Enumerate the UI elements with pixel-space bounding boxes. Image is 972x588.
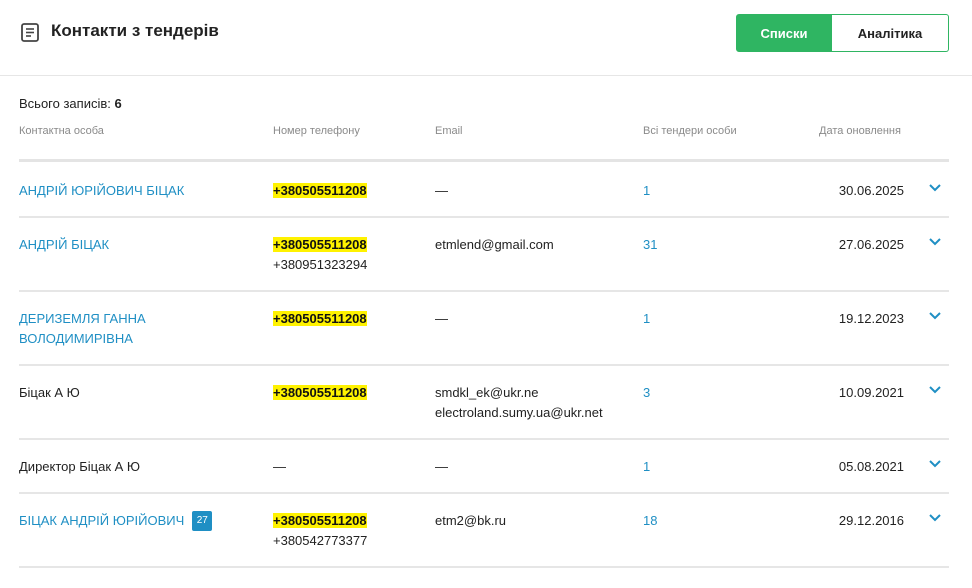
tenders-count-link[interactable]: 18	[643, 511, 703, 531]
update-date: 10.09.2021	[838, 385, 904, 400]
table-row[interactable]: ДЕРИЗЕМЛЯ ГАННА ВОЛОДИМИРІВНА +380505511…	[19, 292, 949, 366]
contact-name[interactable]: АНДРІЙ ЮРІЙОВИЧ БІЦАК	[19, 181, 259, 201]
phone-cell: +380505511208 +380951323294	[273, 235, 423, 275]
chevron-down-icon[interactable]	[927, 382, 943, 398]
column-header-email: Email	[435, 125, 463, 137]
table-row[interactable]: Директор Біцак А Ю — — 1 05.08.2021	[19, 440, 949, 494]
column-header-tenders: Всі тендери особи	[643, 125, 737, 137]
phone-primary: +380505511208	[273, 385, 367, 400]
chevron-down-icon[interactable]	[927, 180, 943, 196]
contact-name-link[interactable]: АНДРІЙ ЮРІЙОВИЧ БІЦАК	[19, 183, 184, 198]
tenders-count-link[interactable]: 3	[643, 383, 703, 403]
chevron-down-icon[interactable]	[927, 234, 943, 250]
table-row[interactable]: АНДРІЙ ЮРІЙОВИЧ БІЦАК +380505511208 — 1 …	[19, 164, 949, 218]
records-total: Всього записів: 6	[19, 96, 122, 111]
phone-primary: +380505511208	[273, 513, 367, 528]
table-row[interactable]: БІЦАК АНДРІЙ ЮРІЙОВИЧ 27 +380505511208 +3…	[19, 494, 949, 568]
page-header: Контакти з тендерів Списки Аналітика	[0, 0, 972, 76]
contact-name-text: Директор Біцак А Ю	[19, 459, 141, 474]
update-date: 27.06.2025	[838, 237, 904, 252]
email-value: smdkl_ek@ukr.ne	[435, 385, 539, 400]
contact-name[interactable]: БІЦАК АНДРІЙ ЮРІЙОВИЧ 27	[19, 511, 259, 531]
email-value: —	[435, 459, 448, 474]
phone-cell: +380505511208	[273, 309, 423, 329]
contact-name[interactable]: ДЕРИЗЕМЛЯ ГАННА ВОЛОДИМИРІВНА	[19, 309, 259, 349]
contact-name-link[interactable]: БІЦАК АНДРІЙ ЮРІЙОВИЧ	[19, 513, 184, 528]
email-value-secondary: electroland.sumy.ua@ukr.net	[435, 405, 603, 420]
contact-name-link-line2[interactable]: ВОЛОДИМИРІВНА	[19, 329, 259, 349]
table-row[interactable]: АНДРІЙ БІЦАК +380505511208 +380951323294…	[19, 218, 949, 292]
email-cell: —	[435, 309, 635, 329]
phone-primary: +380505511208	[273, 183, 367, 198]
count-badge: 27	[192, 511, 213, 531]
email-cell: etm2@bk.ru	[435, 511, 635, 531]
update-date: 19.12.2023	[838, 311, 904, 326]
phone-primary: +380505511208	[273, 311, 367, 326]
chevron-down-icon[interactable]	[927, 456, 943, 472]
email-cell: —	[435, 181, 635, 201]
email-value: etmlend@gmail.com	[435, 237, 554, 252]
contact-name-link[interactable]: ДЕРИЗЕМЛЯ ГАННА	[19, 309, 259, 329]
tenders-count-link[interactable]: 1	[643, 181, 703, 201]
column-header-date: Дата оновлення	[819, 125, 901, 137]
tenders-count-link[interactable]: 31	[643, 235, 703, 255]
phone-secondary: —	[273, 459, 286, 474]
phone-cell: +380505511208	[273, 383, 423, 403]
view-toggle: Списки Аналітика	[736, 14, 949, 52]
contact-name[interactable]: АНДРІЙ БІЦАК	[19, 235, 259, 255]
tenders-count-link[interactable]: 1	[643, 457, 703, 477]
column-header-contact: Контактна особа	[19, 125, 104, 137]
email-value: —	[435, 183, 448, 198]
chevron-down-icon[interactable]	[927, 308, 943, 324]
phone-primary: +380505511208	[273, 237, 367, 252]
email-value: etm2@bk.ru	[435, 513, 506, 528]
column-header-phone: Номер телефону	[273, 125, 360, 137]
lists-tab-button[interactable]: Списки	[736, 14, 832, 52]
contact-name: Біцак А Ю	[19, 383, 259, 403]
tenders-count-link[interactable]: 1	[643, 309, 703, 329]
phone-cell: +380505511208 +380542773377	[273, 511, 423, 551]
table-header: Контактна особа Номер телефону Email Всі…	[19, 124, 949, 162]
contact-name: Директор Біцак А Ю	[19, 457, 259, 477]
table-row[interactable]: Біцак А Ю +380505511208 smdkl_ek@ukr.ne …	[19, 366, 949, 440]
update-date: 29.12.2016	[838, 513, 904, 528]
records-total-count: 6	[114, 96, 122, 111]
update-date: 30.06.2025	[838, 183, 904, 198]
page-title: Контакти з тендерів	[51, 21, 219, 40]
chevron-down-icon[interactable]	[927, 510, 943, 526]
email-cell: —	[435, 457, 635, 477]
email-value: —	[435, 311, 448, 326]
phone-cell: +380505511208	[273, 181, 423, 201]
email-cell: etmlend@gmail.com	[435, 235, 635, 255]
document-list-icon	[21, 23, 39, 42]
contact-name-text: Біцак А Ю	[19, 385, 80, 400]
phone-cell: —	[273, 457, 423, 477]
contact-name-link[interactable]: АНДРІЙ БІЦАК	[19, 237, 109, 252]
email-cell: smdkl_ek@ukr.ne electroland.sumy.ua@ukr.…	[435, 383, 635, 423]
phone-secondary: +380542773377	[273, 533, 368, 548]
records-total-label: Всього записів:	[19, 96, 111, 111]
phone-secondary: +380951323294	[273, 257, 368, 272]
update-date: 05.08.2021	[838, 459, 904, 474]
analytics-tab-button[interactable]: Аналітика	[832, 14, 949, 52]
